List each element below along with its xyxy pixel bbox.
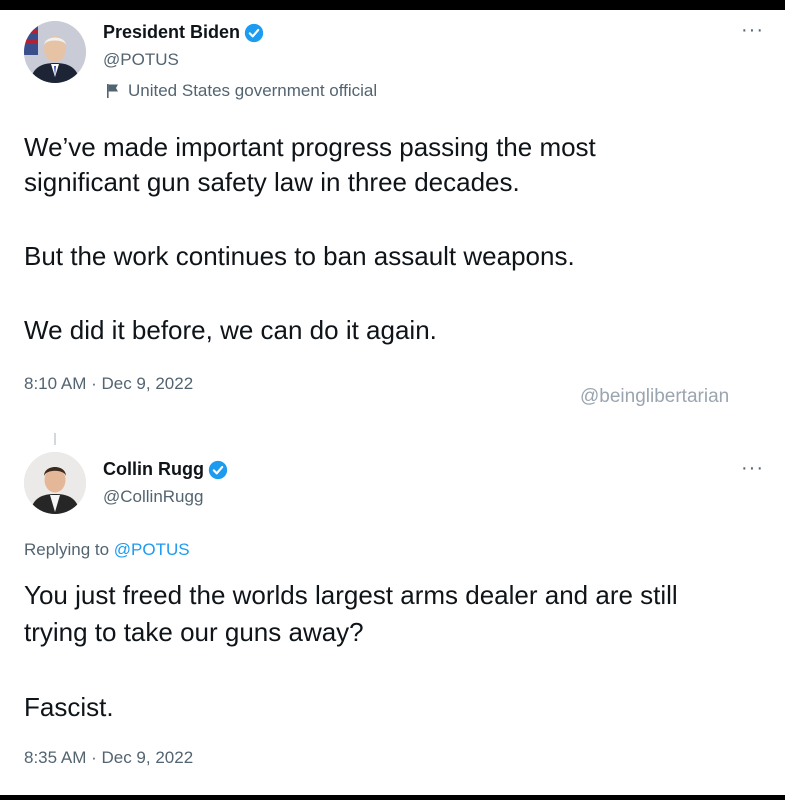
flag-icon <box>106 83 120 99</box>
thread-connector <box>54 433 56 445</box>
tweet-text-line: We’ve made important progress passing th… <box>24 132 596 162</box>
tweet-text-line: But the work continues to ban assault we… <box>24 241 575 271</box>
avatar-rugg[interactable] <box>24 452 86 514</box>
tweet-text-line: We did it before, we can do it again. <box>24 315 437 345</box>
author-name[interactable]: Collin Rugg <box>103 459 228 480</box>
tweet-text-line: significant gun safety law in three deca… <box>24 167 520 197</box>
government-label: United States government official <box>106 81 377 101</box>
tweet-timestamp[interactable]: 8:10 AM · Dec 9, 2022 <box>24 374 193 394</box>
author-name-text: President Biden <box>103 22 241 42</box>
author-name[interactable]: President Biden <box>103 22 264 43</box>
government-label-text: United States government official <box>128 81 378 100</box>
tweet-text-line: trying to take our guns away? <box>24 617 364 647</box>
replying-to-mention[interactable]: @POTUS <box>114 540 190 559</box>
top-border <box>0 0 785 10</box>
watermark: @beinglibertarian <box>580 386 730 407</box>
verified-badge-icon <box>244 23 264 43</box>
verified-badge-icon <box>208 460 228 480</box>
tweet-timestamp[interactable]: 8:35 AM · Dec 9, 2022 <box>24 748 193 768</box>
author-handle[interactable]: @CollinRugg <box>103 487 203 507</box>
bottom-border <box>0 795 785 800</box>
author-handle[interactable]: @POTUS <box>103 50 179 70</box>
replying-to: Replying to @POTUS <box>24 540 190 560</box>
author-name-text: Collin Rugg <box>103 459 204 479</box>
tweet-text-line: Fascist. <box>24 692 114 722</box>
more-options-icon[interactable]: ··· <box>741 20 764 40</box>
avatar-biden[interactable] <box>24 21 86 83</box>
tweet-text-line: You just freed the worlds largest arms d… <box>24 580 678 610</box>
more-options-icon[interactable]: ··· <box>741 458 764 478</box>
replying-to-prefix: Replying to <box>24 540 110 559</box>
